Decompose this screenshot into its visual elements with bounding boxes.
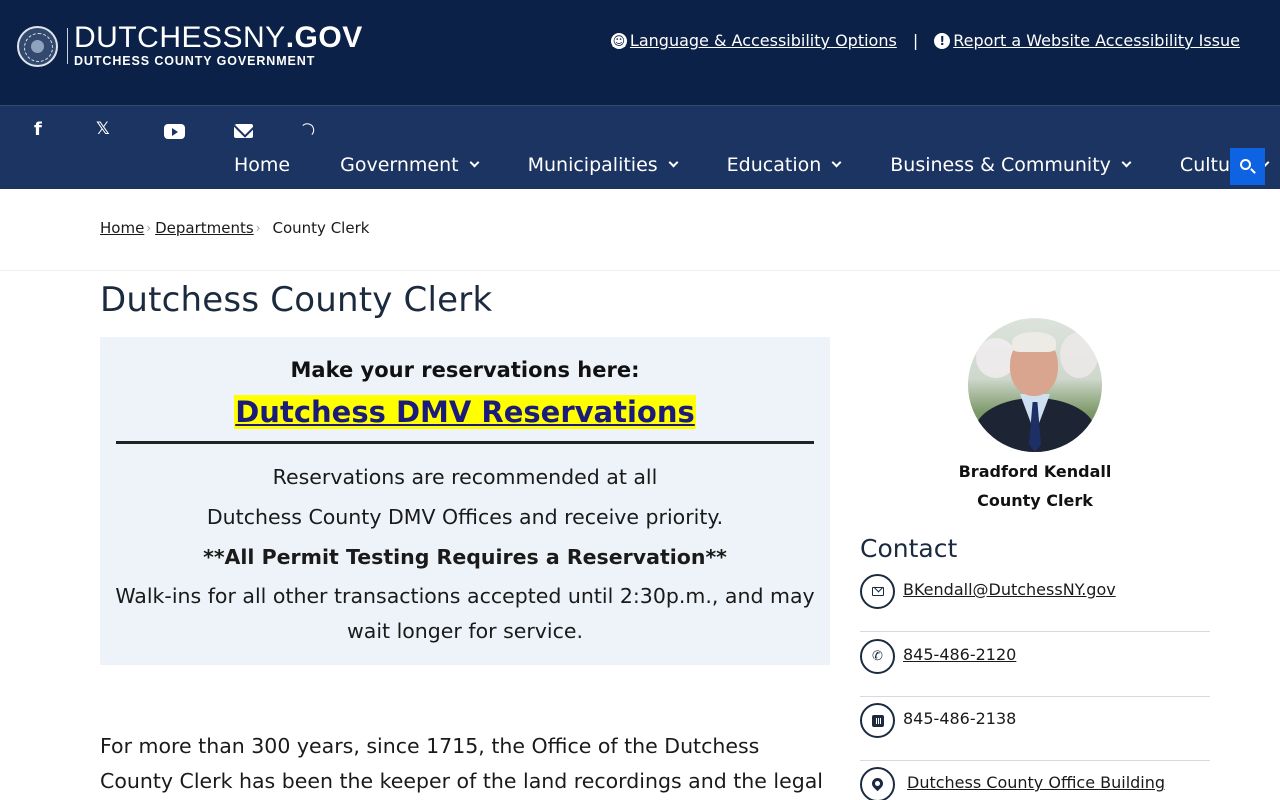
language-accessibility-link[interactable]: ☺ Language & Accessibility Options: [610, 31, 897, 50]
breadcrumb-current: County Clerk: [272, 219, 370, 237]
map-pin-icon: [860, 767, 895, 800]
email-icon[interactable]: [234, 118, 253, 140]
chevron-down-icon: [831, 157, 842, 167]
notice-link-wrap: Dutchess DMV Reservations: [100, 395, 830, 429]
breadcrumb-home-link[interactable]: Home: [100, 219, 144, 237]
contact-email-row: BKendall@DutchessNY.gov: [860, 574, 1210, 638]
nav-item-label: Government: [340, 154, 459, 176]
nav-item-education[interactable]: Education: [726, 154, 842, 176]
social-links: f 𝕏 ◠: [0, 114, 340, 144]
language-accessibility-label: Language & Accessibility Options: [629, 31, 897, 50]
nav-item-government[interactable]: Government: [340, 154, 480, 176]
search-button[interactable]: [1230, 148, 1265, 185]
nav-item-business-community[interactable]: Business & Community: [890, 154, 1132, 176]
dmv-reservations-link[interactable]: Dutchess DMV Reservations: [234, 395, 696, 429]
contact-address-link[interactable]: Dutchess County Office Building: [907, 773, 1165, 792]
nav-item-label: Business & Community: [890, 154, 1111, 176]
breadcrumb-chevron-icon: ›: [146, 221, 152, 235]
contact-divider: [860, 631, 1210, 632]
logo-divider: [67, 28, 68, 64]
notice-line: wait longer for service.: [346, 619, 584, 643]
contact-phone-link[interactable]: 845-486-2120: [903, 645, 1016, 664]
contact-phone-row: ✆ 845-486-2120: [860, 639, 1210, 703]
breadcrumb-divider: [0, 270, 1280, 271]
notice-line: Walk-ins for all other transactions acce…: [115, 584, 815, 608]
contact-divider: [860, 696, 1210, 697]
page-title: Dutchess County Clerk: [100, 280, 493, 320]
nav-item-label: Home: [234, 154, 291, 176]
rss-icon[interactable]: ◠: [296, 117, 321, 142]
logo-wordmark: DUTCHESSNY.GOV: [74, 21, 363, 54]
youtube-icon[interactable]: [164, 118, 185, 140]
contact-divider: [860, 760, 1210, 761]
main-navigation: f 𝕏 ◠ Home Government Municipalities Edu…: [0, 105, 1280, 189]
nav-item-municipalities[interactable]: Municipalities: [527, 154, 679, 176]
phone-icon: ✆: [860, 639, 895, 674]
report-accessibility-label: Report a Website Accessibility Issue: [953, 31, 1240, 50]
breadcrumb-chevron-icon: ›: [255, 221, 261, 235]
search-icon: [1240, 159, 1251, 170]
logo-subtitle: DUTCHESS COUNTY GOVERNMENT: [74, 54, 316, 68]
notice-line: Reservations are recommended at all: [272, 465, 658, 489]
clerk-photo: [968, 318, 1102, 452]
nav-menu: Home Government Municipalities Education…: [234, 154, 1280, 176]
breadcrumb: Home › Departments › County Clerk: [100, 219, 369, 237]
chevron-down-icon: [469, 157, 480, 167]
utility-separator: |: [912, 31, 919, 50]
contact-email-link[interactable]: BKendall@DutchessNY.gov: [903, 580, 1116, 599]
alert-icon: !: [934, 32, 951, 49]
chevron-down-icon: [668, 157, 679, 167]
county-seal-icon: [17, 25, 58, 67]
notice-heading: Make your reservations here:: [290, 358, 640, 382]
intro-paragraph: For more than 300 years, since 1715, the…: [100, 734, 823, 793]
notice-line: Dutchess County DMV Offices and receive …: [206, 505, 724, 529]
mail-icon: [860, 574, 895, 609]
notice-permit-warning: **All Permit Testing Requires a Reservat…: [203, 545, 727, 569]
logo-text: DUTCHESSNY.GOV DUTCHESS COUNTY GOVERNMEN…: [74, 21, 363, 69]
facebook-icon[interactable]: f: [34, 118, 42, 140]
chevron-down-icon: [1121, 157, 1132, 167]
utility-links: ☺ Language & Accessibility Options | ! Rep…: [610, 31, 1240, 50]
contact-fax-row: 845-486-2138: [860, 703, 1210, 767]
clerk-name: Bradford Kendall: [958, 462, 1112, 481]
accessibility-icon: ☺: [610, 32, 627, 49]
contact-heading: Contact: [860, 534, 958, 563]
report-accessibility-issue-link[interactable]: ! Report a Website Accessibility Issue: [934, 31, 1240, 50]
nav-item-label: Education: [726, 154, 822, 176]
site-header: DUTCHESSNY.GOV DUTCHESS COUNTY GOVERNMEN…: [0, 0, 1280, 105]
clerk-name-block: Bradford Kendall County Clerk: [860, 457, 1210, 515]
contact-address-row: Dutchess County Office Building: [860, 767, 1210, 800]
fax-icon: [860, 703, 895, 738]
breadcrumb-departments-link[interactable]: Departments: [155, 219, 254, 237]
x-twitter-icon[interactable]: 𝕏: [96, 118, 110, 140]
logo-wordmark-light: DUTCHESSNY: [74, 21, 286, 54]
dmv-reservation-notice: Make your reservations here: Dutchess DM…: [100, 337, 830, 665]
nav-item-label: Municipalities: [527, 154, 658, 176]
notice-divider: [116, 441, 814, 444]
nav-item-home[interactable]: Home: [234, 154, 290, 176]
site-logo[interactable]: DUTCHESSNY.GOV DUTCHESS COUNTY GOVERNMEN…: [17, 21, 363, 69]
contact-fax: 845-486-2138: [903, 709, 1017, 728]
clerk-role: County Clerk: [977, 491, 1093, 510]
logo-wordmark-bold: .GOV: [285, 21, 363, 54]
